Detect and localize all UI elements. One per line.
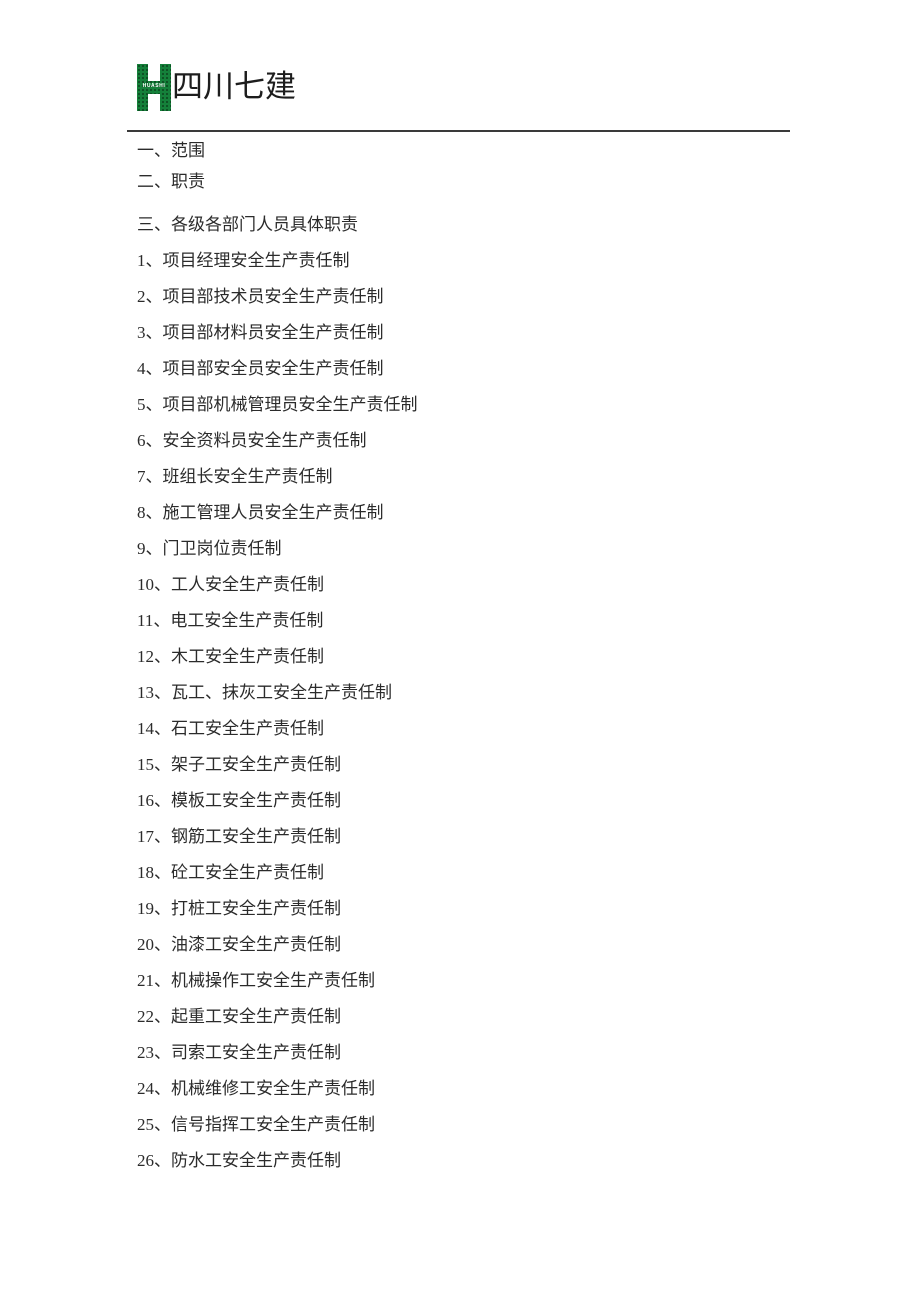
- document-header: HUASHI 四川七建: [137, 58, 296, 116]
- toc-item: 17、钢筋工安全生产责任制: [137, 827, 341, 846]
- toc-item: 20、油漆工安全生产责任制: [137, 935, 341, 954]
- toc-item: 15、架子工安全生产责任制: [137, 755, 341, 774]
- toc-item: 26、防水工安全生产责任制: [137, 1151, 341, 1170]
- company-wordmark: 四川七建: [172, 69, 296, 105]
- toc-item: 16、模板工安全生产责任制: [137, 791, 341, 810]
- toc-item: 6、安全资料员安全生产责任制: [137, 431, 367, 450]
- toc-item: 5、项目部机械管理员安全生产责任制: [137, 395, 418, 414]
- toc-item: 2、项目部技术员安全生产责任制: [137, 287, 384, 306]
- toc-item: 1、项目经理安全生产责任制: [137, 251, 350, 270]
- toc-item: 18、砼工安全生产责任制: [137, 863, 324, 882]
- table-of-contents: 一、范围 二、职责 三、各级各部门人员具体职责 1、项目经理安全生产责任制 2、…: [137, 140, 837, 1172]
- huashi-h-logo-icon: HUASHI: [137, 63, 171, 111]
- logo-mark-text: HUASHI: [142, 82, 166, 89]
- toc-item: 23、司索工安全生产责任制: [137, 1043, 341, 1062]
- document-page: HUASHI 四川七建 一、范围 二、职责 三、各级各部门人员具体职责 1、项目…: [0, 0, 920, 1302]
- toc-item: 19、打桩工安全生产责任制: [137, 899, 341, 918]
- toc-item: 22、起重工安全生产责任制: [137, 1007, 341, 1026]
- logo-notch-bottom: [148, 93, 160, 111]
- toc-item: 8、施工管理人员安全生产责任制: [137, 503, 384, 522]
- toc-item: 13、瓦工、抹灰工安全生产责任制: [137, 683, 392, 702]
- toc-item: 25、信号指挥工安全生产责任制: [137, 1115, 375, 1134]
- toc-item: 10、工人安全生产责任制: [137, 575, 324, 594]
- toc-item: 12、木工安全生产责任制: [137, 647, 324, 666]
- toc-item: 11、电工安全生产责任制: [137, 611, 324, 630]
- toc-item: 21、机械操作工安全生产责任制: [137, 971, 375, 990]
- toc-item: 3、项目部材料员安全生产责任制: [137, 323, 384, 342]
- toc-item: 7、班组长安全生产责任制: [137, 467, 333, 486]
- toc-item: 4、项目部安全员安全生产责任制: [137, 359, 384, 378]
- toc-item: 9、门卫岗位责任制: [137, 539, 282, 558]
- header-divider: [127, 130, 790, 132]
- logo-notch-top: [148, 63, 160, 81]
- toc-section-1: 一、范围: [137, 141, 205, 160]
- toc-item: 14、石工安全生产责任制: [137, 719, 324, 738]
- toc-item: 24、机械维修工安全生产责任制: [137, 1079, 375, 1098]
- toc-section-3: 三、各级各部门人员具体职责: [137, 215, 358, 234]
- toc-section-2: 二、职责: [137, 172, 205, 191]
